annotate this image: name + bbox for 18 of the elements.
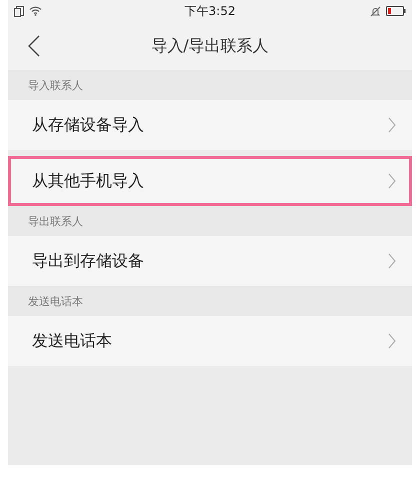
wifi-icon — [29, 6, 42, 16]
chevron-icon — [388, 173, 396, 189]
section-label: 发送电话本 — [28, 294, 83, 308]
sim-icon — [14, 6, 24, 16]
page-title: 导入/导出联系人 — [151, 36, 269, 56]
section-label: 导出联系人 — [28, 214, 83, 228]
muted-bell-icon — [370, 6, 381, 16]
status-time: 下午3:52 — [184, 2, 236, 20]
back-icon[interactable] — [28, 35, 40, 57]
section-label: 导入联系人 — [28, 78, 83, 92]
menu-item[interactable]: 从其他手机导入 — [8, 156, 412, 206]
menu-item[interactable]: 从存储设备导入 — [8, 100, 412, 150]
chevron-icon — [388, 117, 396, 133]
menu-item[interactable]: 发送电话本 — [8, 316, 412, 366]
battery-icon — [386, 6, 406, 16]
chevron-icon — [388, 253, 396, 269]
menu-item[interactable]: 导出到存储设备 — [8, 236, 412, 286]
chevron-icon — [388, 333, 396, 349]
